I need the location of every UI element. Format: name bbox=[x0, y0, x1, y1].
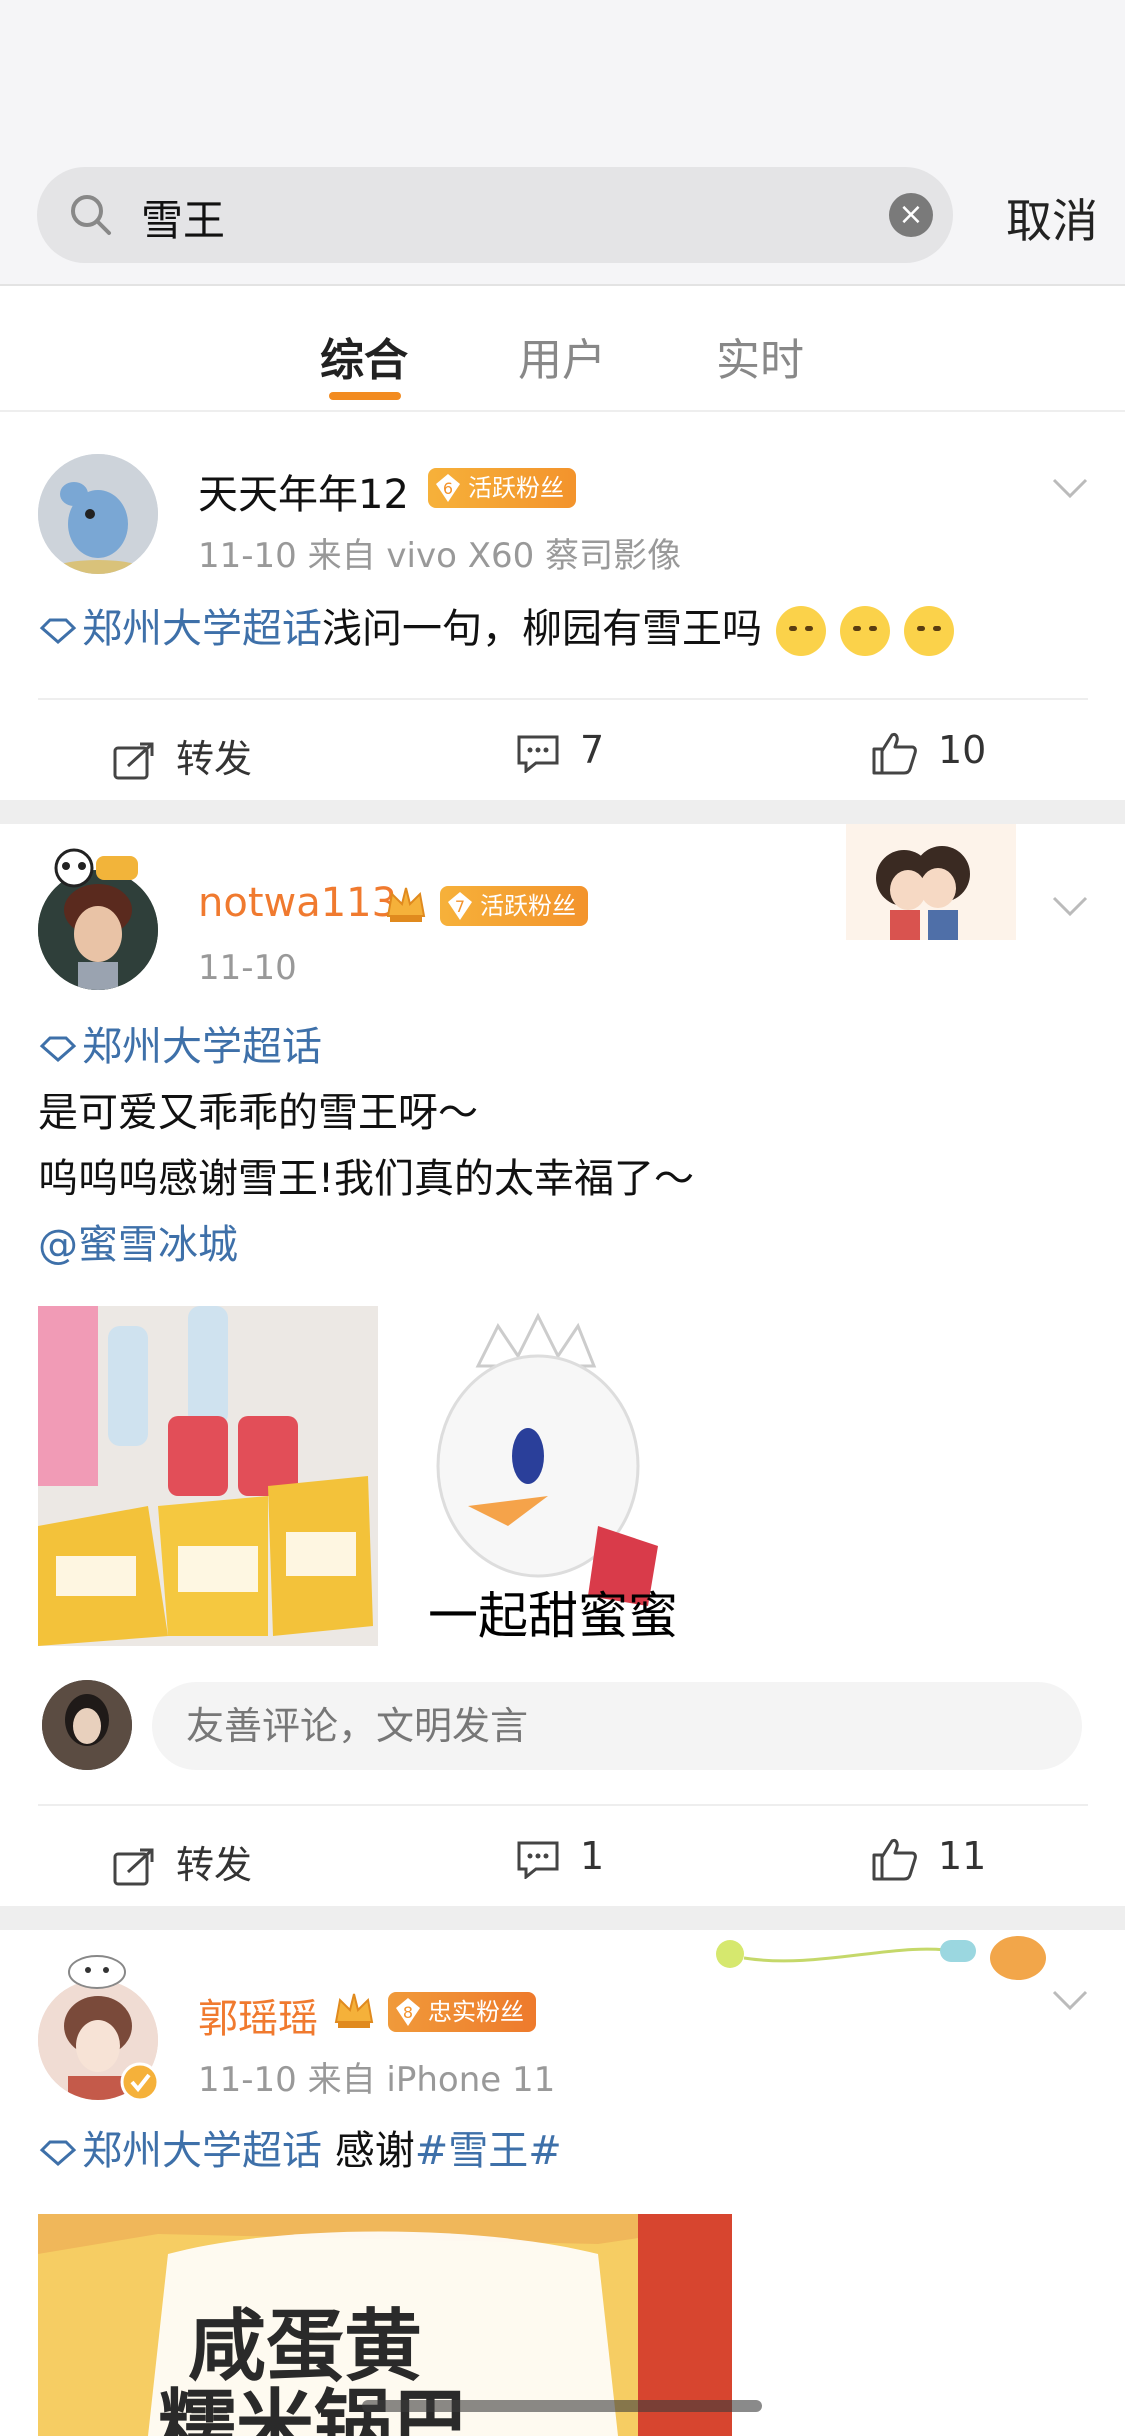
post-meta: 11-10 来自 vivo X60 蔡司影像 bbox=[198, 536, 682, 576]
vip-crown-icon bbox=[334, 1993, 374, 2028]
home-indicator bbox=[362, 2400, 762, 2412]
comment-icon bbox=[517, 1841, 559, 1880]
action-bar: 转发 1 11 bbox=[38, 1804, 1088, 1906]
avatar[interactable] bbox=[38, 454, 158, 574]
emoji-icon bbox=[840, 606, 890, 656]
supertopic-icon bbox=[39, 1036, 77, 1062]
like-button[interactable]: 11 bbox=[870, 1834, 986, 1881]
post-text-line: 是可爱又乖乖的雪王呀～ bbox=[38, 1090, 478, 1136]
topic-label: 郑州大学超话 bbox=[82, 2128, 322, 2174]
emoji-icon bbox=[904, 606, 954, 656]
search-icon bbox=[71, 195, 111, 235]
fan-badge: 8 忠实粉丝 bbox=[388, 1992, 536, 2032]
badge-text: 活跃粉丝 bbox=[480, 892, 576, 920]
username[interactable]: 郭瑶瑶 bbox=[198, 1986, 318, 2044]
like-count: 11 bbox=[938, 1834, 987, 1878]
post-card[interactable]: 天天年年12 6 活跃粉丝 11-10 来自 vivo X60 蔡司影像 郑州大… bbox=[0, 412, 1125, 800]
post-text-line: 呜呜呜感谢雪王!我们真的太幸福了～ bbox=[38, 1156, 695, 1202]
mention-link[interactable]: @蜜雪冰城 bbox=[38, 1212, 1088, 1278]
tab-comprehensive[interactable]: 综合 bbox=[320, 324, 408, 388]
panda-pendant-icon bbox=[54, 848, 138, 888]
post-image[interactable]: 一起甜蜜蜜 bbox=[398, 1306, 738, 1646]
tab-users[interactable]: 用户 bbox=[518, 324, 606, 388]
post-separator bbox=[0, 800, 1125, 824]
supertopic-icon bbox=[39, 618, 77, 644]
emoji-icon bbox=[776, 606, 826, 656]
tab-bar: 综合 用户 实时 bbox=[0, 286, 1125, 412]
chevron-down-icon[interactable] bbox=[1050, 894, 1090, 918]
level-diamond-icon: 8 bbox=[396, 1998, 420, 2026]
thumbs-up-icon bbox=[872, 1838, 917, 1880]
post-meta: 11-10 来自 iPhone 11 bbox=[198, 2060, 556, 2100]
avatar-image bbox=[38, 454, 158, 574]
comment-input[interactable]: 友善评论，文明发言 bbox=[152, 1682, 1082, 1770]
fan-badge: 6 活跃粉丝 bbox=[428, 468, 576, 508]
search-input[interactable]: 雪王 × bbox=[37, 167, 953, 263]
level-diamond-icon: 6 bbox=[436, 474, 460, 502]
thumbs-up-icon bbox=[872, 732, 917, 774]
comment-count: 1 bbox=[580, 1834, 605, 1878]
search-query: 雪王 bbox=[141, 196, 226, 245]
username[interactable]: 天天年年12 bbox=[198, 462, 409, 520]
action-bar: 转发 7 10 bbox=[38, 698, 1088, 800]
topic-link[interactable]: 郑州大学超话 bbox=[38, 2128, 322, 2174]
repost-icon bbox=[113, 742, 154, 779]
chevron-down-icon[interactable] bbox=[1050, 1988, 1090, 2012]
search-bar: 雪王 × 取消 bbox=[0, 150, 1125, 286]
like-count: 10 bbox=[938, 728, 987, 772]
post-text: 感谢 bbox=[322, 2128, 415, 2174]
cancel-button[interactable]: 取消 bbox=[1006, 185, 1098, 251]
post-card[interactable]: 郭瑶瑶 8 忠实粉丝 11-10 来自 iPhone 11 郑州大学超话 感谢#… bbox=[0, 1930, 1125, 2436]
comment-count: 7 bbox=[580, 728, 605, 772]
my-avatar[interactable] bbox=[42, 1680, 132, 1770]
post-content: 郑州大学超话 是可爱又乖乖的雪王呀～ 呜呜呜感谢雪王!我们真的太幸福了～ @蜜雪… bbox=[38, 1014, 1088, 1278]
topic-label: 郑州大学超话 bbox=[82, 606, 322, 652]
repost-label: 转发 bbox=[176, 1843, 253, 1887]
cat-yarn-decoration bbox=[716, 1936, 1046, 1980]
my-avatar-image bbox=[42, 1680, 132, 1770]
snacks-photo bbox=[38, 1306, 378, 1646]
post-content: 郑州大学超话 感谢#雪王# bbox=[38, 2118, 1088, 2184]
post-separator bbox=[0, 1906, 1125, 1930]
topic-link[interactable]: 郑州大学超话 bbox=[38, 1014, 1088, 1080]
verified-badge-icon bbox=[120, 2062, 160, 2102]
tab-active-indicator bbox=[329, 392, 401, 400]
repost-icon bbox=[113, 1848, 154, 1885]
couple-sticker-decoration bbox=[846, 824, 1016, 940]
status-bar bbox=[0, 0, 1125, 150]
hashtag-link[interactable]: #雪王# bbox=[415, 2128, 562, 2174]
badge-level-number: 7 bbox=[455, 897, 465, 916]
repost-button[interactable]: 转发 bbox=[112, 728, 252, 783]
repost-button[interactable]: 转发 bbox=[112, 1834, 252, 1889]
comment-icon bbox=[517, 735, 559, 774]
supertopic-icon bbox=[39, 2140, 77, 2166]
clear-icon[interactable]: × bbox=[889, 193, 933, 237]
badge-level-number: 6 bbox=[443, 479, 453, 498]
post-text: 浅问一句，柳园有雪王吗 bbox=[322, 606, 762, 652]
comment-button[interactable]: 7 bbox=[516, 728, 605, 774]
image-caption: 一起甜蜜蜜 bbox=[428, 1587, 678, 1645]
like-button[interactable]: 10 bbox=[870, 728, 986, 775]
bear-pendant-icon bbox=[68, 1955, 126, 1989]
repost-label: 转发 bbox=[176, 737, 253, 781]
post-card[interactable]: notwa113 7 活跃粉丝 11-10 郑州大学超话 是可爱又乖乖的雪王呀～… bbox=[0, 824, 1125, 1906]
comment-row: 友善评论，文明发言 bbox=[0, 1676, 1125, 1772]
topic-link[interactable]: 郑州大学超话 bbox=[38, 606, 322, 652]
comment-button[interactable]: 1 bbox=[516, 1834, 605, 1880]
chevron-down-icon[interactable] bbox=[1050, 476, 1090, 500]
post-image[interactable] bbox=[38, 1306, 378, 1646]
username[interactable]: notwa113 bbox=[198, 880, 397, 926]
badge-text: 活跃粉丝 bbox=[468, 474, 564, 502]
topic-label: 郑州大学超话 bbox=[82, 1024, 322, 1070]
vip-crown-icon bbox=[386, 887, 426, 922]
badge-text: 忠实粉丝 bbox=[428, 1998, 524, 2026]
tab-realtime[interactable]: 实时 bbox=[716, 324, 804, 388]
post-meta: 11-10 bbox=[198, 948, 297, 988]
post-content: 郑州大学超话浅问一句，柳园有雪王吗 bbox=[38, 596, 1088, 662]
badge-level-number: 8 bbox=[403, 2003, 413, 2022]
fan-badge: 7 活跃粉丝 bbox=[440, 886, 588, 926]
level-diamond-icon: 7 bbox=[448, 892, 472, 920]
